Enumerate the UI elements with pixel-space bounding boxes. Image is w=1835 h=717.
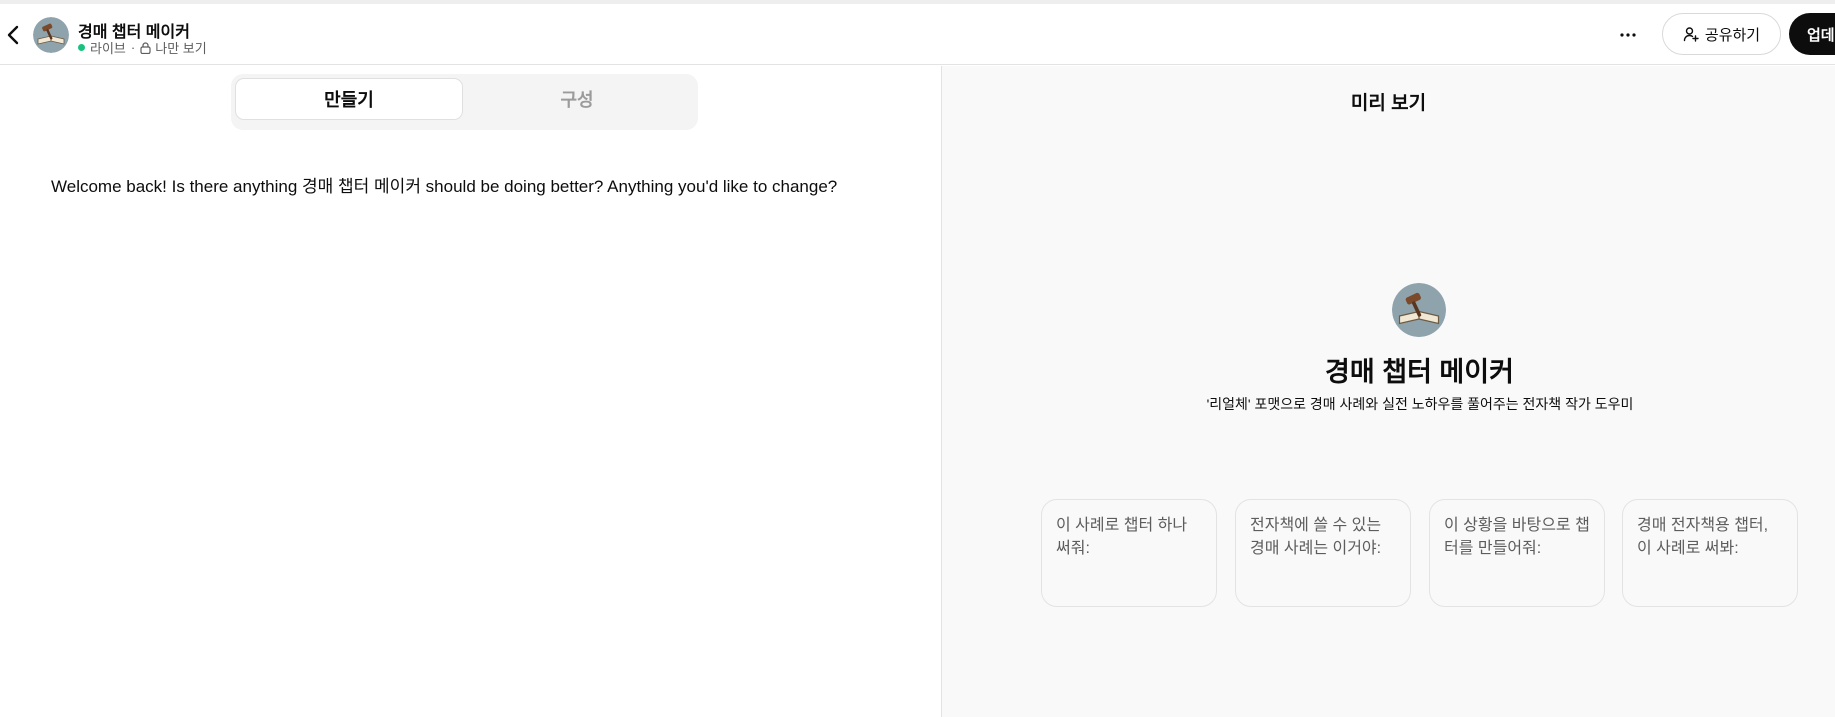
preview-avatar bbox=[1392, 283, 1446, 337]
preview-pane: 미리 보기 경매 챕터 메이커 '리얼체' 포맷으로 경매 사례와 실전 노하우… bbox=[942, 66, 1835, 717]
builder-tabs: 만들기 구성 bbox=[231, 74, 698, 130]
conversation-starter[interactable]: 이 사례로 챕터 하나 써줘: bbox=[1041, 499, 1217, 607]
tab-create[interactable]: 만들기 bbox=[235, 78, 463, 120]
chevron-left-icon bbox=[7, 25, 19, 45]
more-options-button[interactable] bbox=[1614, 22, 1642, 48]
builder-welcome-message: Welcome back! Is there anything 경매 챕터 메이… bbox=[51, 177, 838, 196]
conversation-starter[interactable]: 전자책에 쓸 수 있는 경매 사례는 이거야: bbox=[1235, 499, 1411, 607]
status-dot bbox=[78, 44, 85, 51]
preview-title: 미리 보기 bbox=[1350, 93, 1427, 114]
builder-pane: 만들기 구성 Welcome back! Is there anything 경… bbox=[0, 66, 941, 717]
visibility-label[interactable]: 나만 보기 bbox=[155, 38, 206, 57]
gpt-avatar bbox=[33, 17, 69, 53]
status-separator: · bbox=[130, 40, 136, 55]
gpt-status-line: 라이브 · 나만 보기 bbox=[78, 38, 207, 57]
gpt-avatar-icon bbox=[33, 17, 69, 53]
gpt-avatar-icon bbox=[1392, 283, 1446, 337]
update-button[interactable]: 업데이트 bbox=[1789, 13, 1835, 55]
tab-configure[interactable]: 구성 bbox=[463, 78, 691, 120]
conversation-starter[interactable]: 이 상황을 바탕으로 챕터를 만들어줘: bbox=[1429, 499, 1605, 607]
editor-header: 경매 챕터 메이커 라이브 · 나만 보기 공유하기 업데이트 bbox=[0, 4, 1835, 65]
lock-icon bbox=[140, 41, 151, 54]
back-button[interactable] bbox=[2, 22, 24, 48]
conversation-starter[interactable]: 경매 전자책용 챕터, 이 사례로 써봐: bbox=[1622, 499, 1798, 607]
preview-gpt-name: 경매 챕터 메이커 bbox=[1325, 357, 1514, 387]
status-label: 라이브 bbox=[90, 41, 126, 56]
share-label: 공유하기 bbox=[1704, 26, 1761, 44]
share-button[interactable]: 공유하기 bbox=[1662, 13, 1781, 55]
preview-gpt-description: '리얼체' 포맷으로 경매 사례와 실전 노하우를 풀어주는 전자책 작가 도우… bbox=[1206, 396, 1634, 412]
share-person-icon bbox=[1683, 26, 1699, 42]
more-icon bbox=[1620, 33, 1636, 37]
